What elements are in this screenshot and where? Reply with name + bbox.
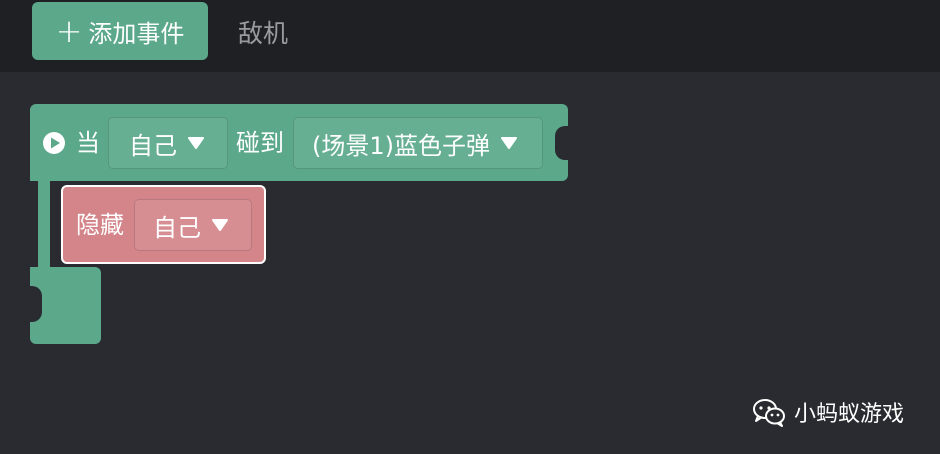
add-event-button[interactable]: + 添加事件 bbox=[32, 2, 208, 60]
chevron-down-icon bbox=[188, 137, 204, 149]
hide-action-label: 隐藏 bbox=[76, 211, 124, 239]
chevron-down-icon bbox=[212, 219, 228, 231]
event-subject-value: 自己 bbox=[129, 131, 177, 160]
event-subject-dropdown[interactable]: 自己 bbox=[108, 117, 228, 169]
wechat-icon bbox=[753, 399, 785, 427]
add-event-label: 添加事件 bbox=[88, 19, 185, 48]
hide-target-value: 自己 bbox=[153, 213, 201, 242]
event-block-spine bbox=[38, 180, 50, 272]
play-icon bbox=[43, 132, 65, 154]
event-target-dropdown[interactable]: (场景1)蓝色子弹 bbox=[293, 117, 543, 169]
hide-target-dropdown[interactable]: 自己 bbox=[134, 199, 252, 251]
watermark: 小蚂蚁游戏 bbox=[752, 396, 904, 428]
watermark-text: 小蚂蚁游戏 bbox=[794, 402, 905, 427]
top-toolbar: + 添加事件 敌机 bbox=[0, 0, 940, 72]
tab-enemy[interactable]: 敌机 bbox=[238, 14, 288, 50]
event-when-label: 当 bbox=[76, 129, 100, 157]
event-collide-label: 碰到 bbox=[236, 129, 284, 157]
plus-icon: + bbox=[55, 12, 83, 50]
chevron-down-icon bbox=[501, 137, 517, 149]
event-footer-notch bbox=[28, 286, 42, 322]
event-block-notch bbox=[555, 126, 571, 160]
event-target-value: (场景1)蓝色子弹 bbox=[312, 131, 490, 160]
